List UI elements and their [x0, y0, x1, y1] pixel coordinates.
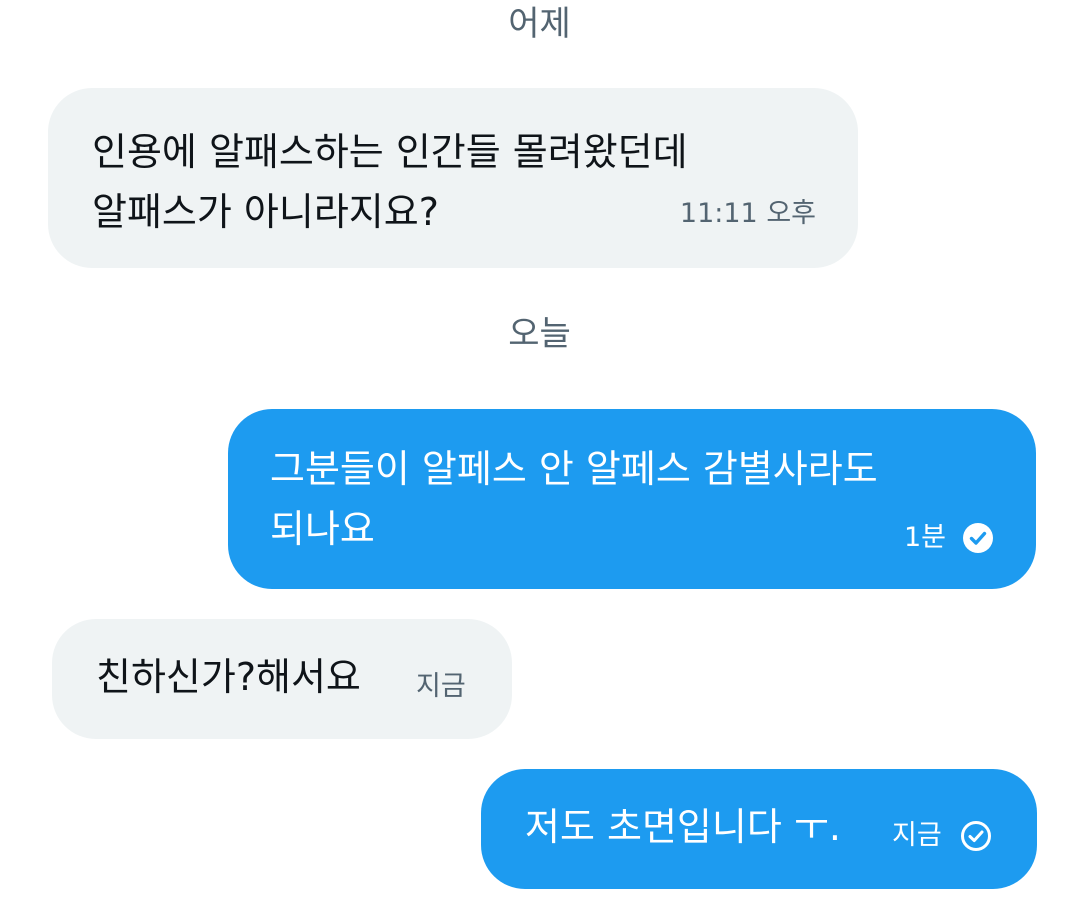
- message-timestamp: 지금: [416, 671, 466, 702]
- message-timestamp: 1분: [903, 522, 946, 553]
- message-timestamp: 11:11 오후: [679, 198, 816, 229]
- message-line: 그분들이 알페스 안 알페스 감별사라도: [270, 447, 878, 491]
- message-line: 인용에 알패스하는 인간들 몰려왔던데: [92, 130, 688, 174]
- message-line: 친하신가?해서요: [96, 655, 361, 699]
- message-bubble-outgoing[interactable]: 그분들이 알페스 안 알페스 감별사라도 되나요 1분: [228, 409, 1036, 589]
- message-bubble-incoming[interactable]: 친하신가?해서요 지금: [52, 619, 512, 739]
- message-line: 되나요: [270, 507, 375, 551]
- check-circle-outline-icon: [961, 821, 991, 851]
- message-bubble-incoming[interactable]: 인용에 알패스하는 인간들 몰려왔던데 알패스가 아니라지요? 11:11 오후: [48, 88, 858, 268]
- check-circle-filled-icon: [963, 523, 993, 553]
- date-separator-today: 오늘: [508, 314, 571, 354]
- message-line: 저도 초면입니다 ㅜ.: [525, 805, 841, 849]
- message-bubble-outgoing[interactable]: 저도 초면입니다 ㅜ. 지금: [481, 769, 1037, 889]
- date-separator-yesterday: 어제: [508, 4, 571, 44]
- message-line: 알패스가 아니라지요?: [92, 190, 439, 234]
- message-timestamp: 지금: [892, 820, 942, 851]
